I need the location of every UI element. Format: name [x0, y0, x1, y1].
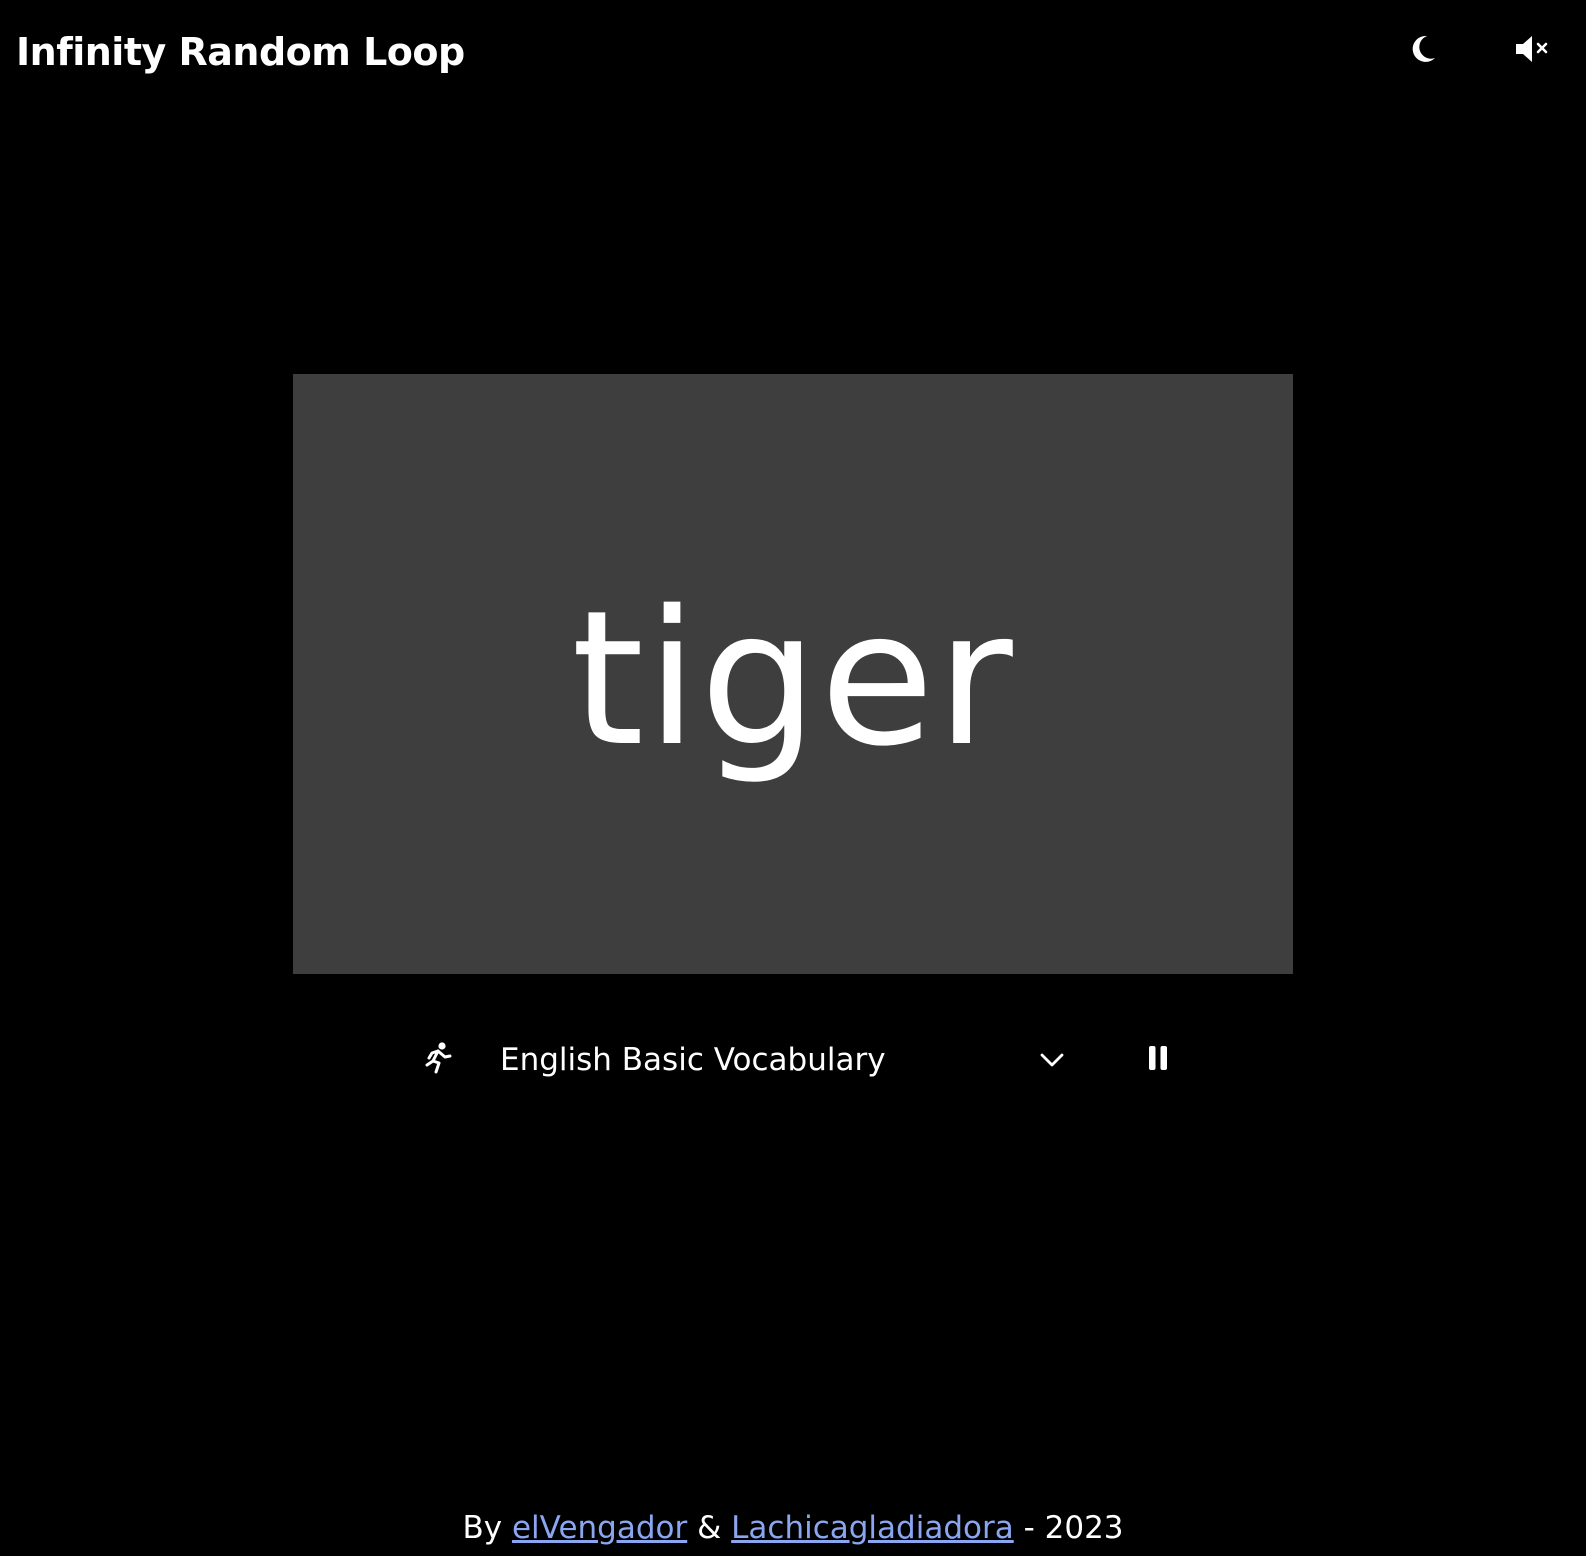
theme-toggle-button[interactable]	[1395, 23, 1451, 79]
app-title: Infinity Random Loop	[16, 30, 465, 74]
page: Infinity Random Loop tiger English Basic…	[0, 0, 1586, 1556]
pause-icon	[1147, 1045, 1169, 1075]
footer-credits: By elVengador & Lachicagladiadora - 2023	[0, 1500, 1586, 1556]
vocabulary-list-select[interactable]: English Basic Vocabulary	[500, 1030, 1080, 1090]
moon-icon	[1409, 34, 1437, 68]
current-word: tiger	[571, 570, 1015, 787]
controls-bar: English Basic Vocabulary	[400, 1030, 1190, 1090]
speed-button[interactable]	[410, 1032, 466, 1088]
word-card: tiger	[293, 374, 1293, 974]
footer-year: - 2023	[1023, 1510, 1124, 1546]
vocabulary-list-label: English Basic Vocabulary	[500, 1042, 886, 1078]
chevron-down-icon	[1024, 1032, 1080, 1088]
mute-toggle-button[interactable]	[1505, 23, 1561, 79]
pause-button[interactable]	[1130, 1032, 1186, 1088]
author-link-elvengador[interactable]: elVengador	[512, 1510, 687, 1546]
footer-ampersand: &	[697, 1510, 722, 1546]
speaker-muted-icon	[1514, 34, 1552, 68]
footer-by: By	[462, 1510, 503, 1546]
running-person-icon	[423, 1041, 453, 1079]
author-link-lachicagladiadora[interactable]: Lachicagladiadora	[731, 1510, 1014, 1546]
